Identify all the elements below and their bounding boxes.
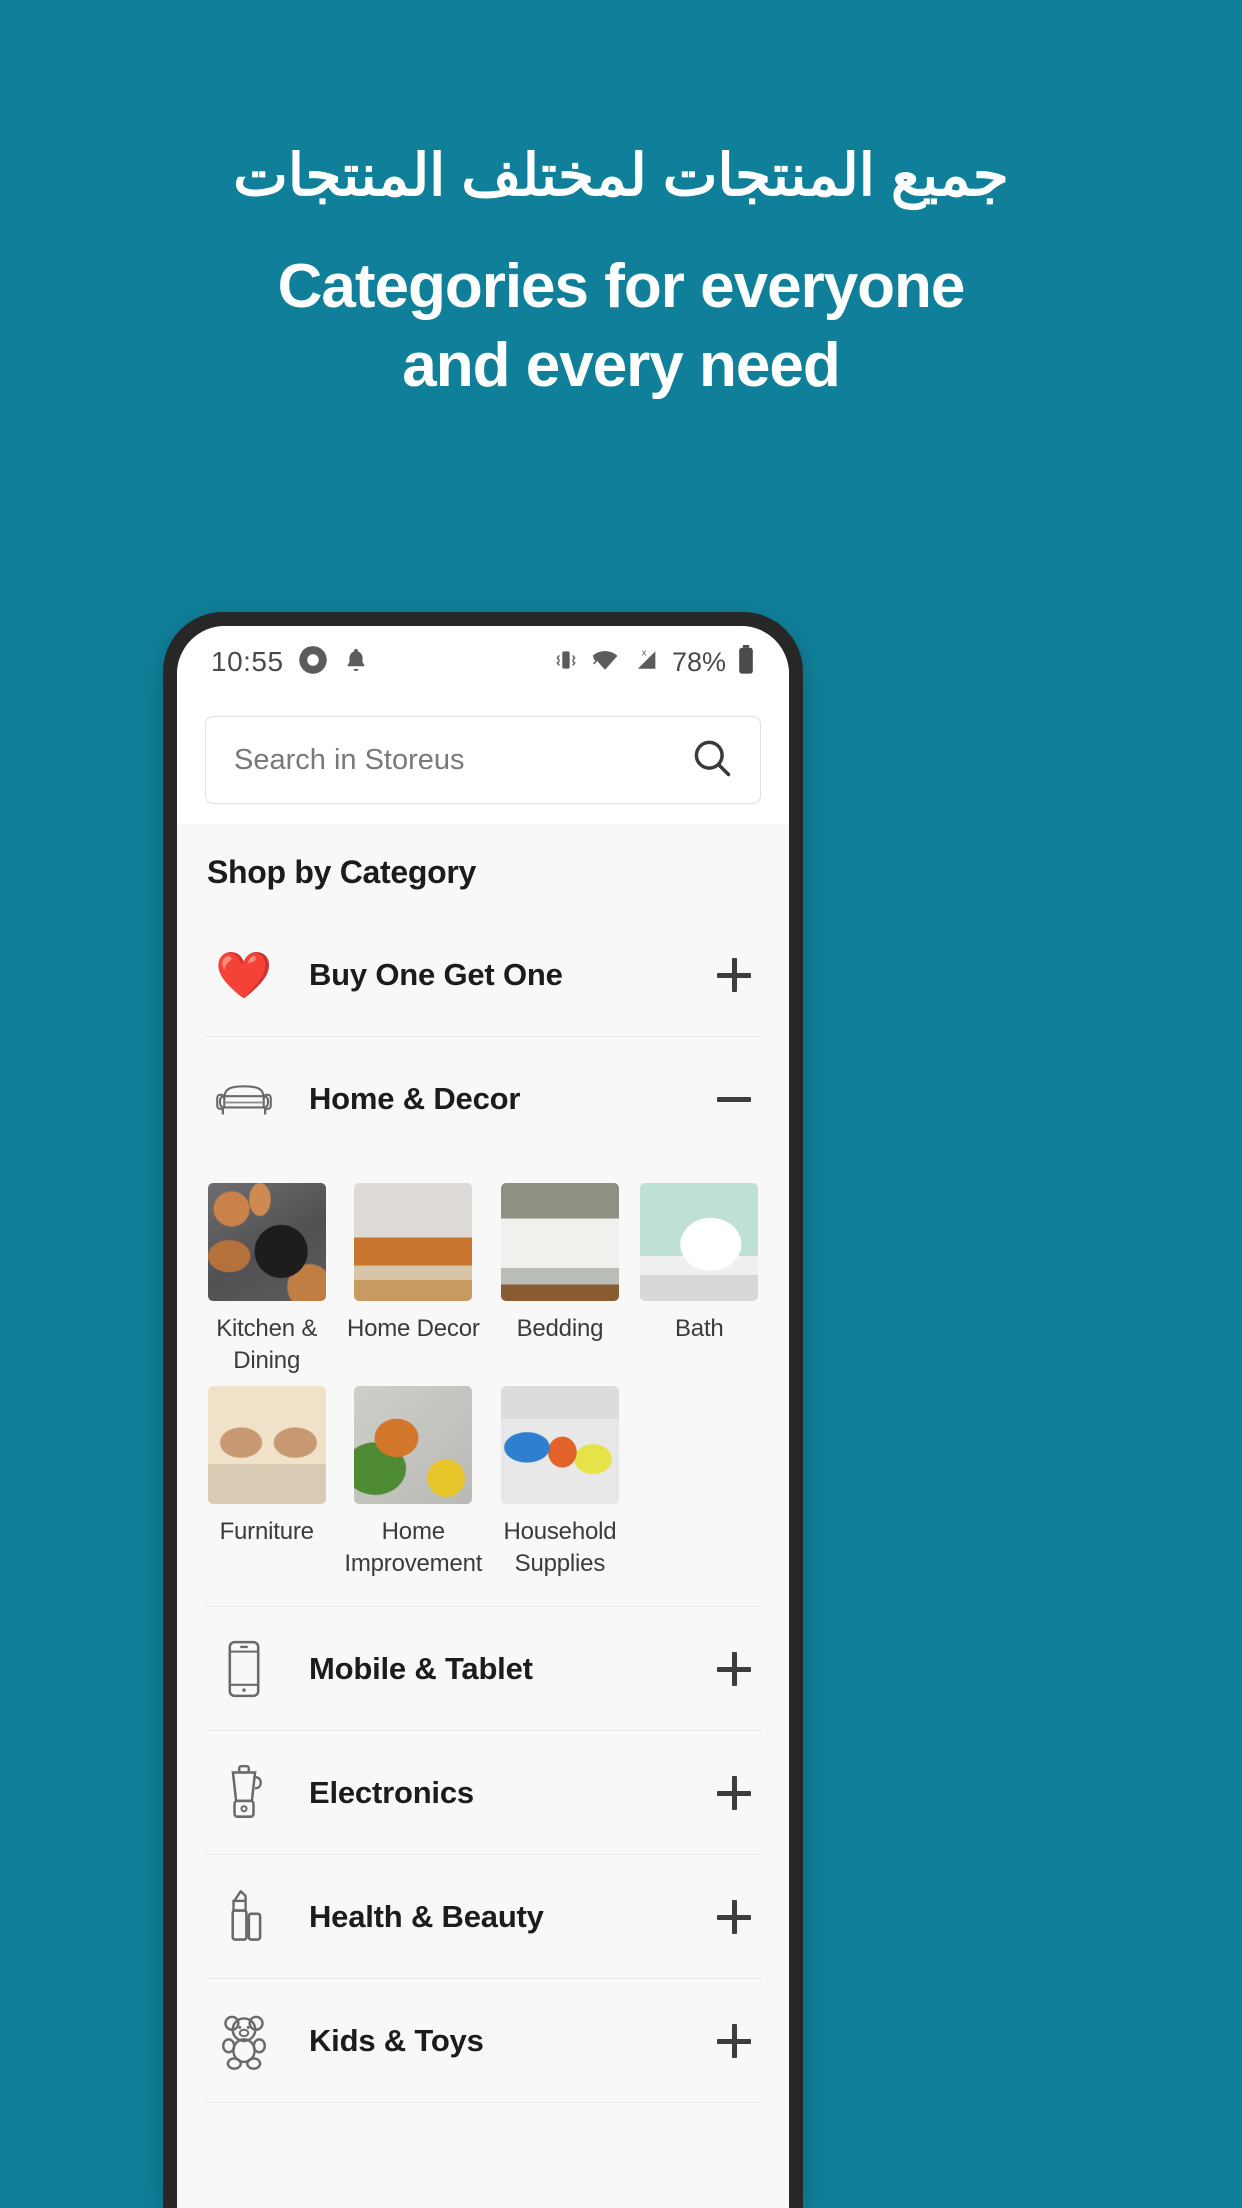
category-row-kids-toys[interactable]: Kids & Toys	[205, 1979, 761, 2104]
bell-icon	[342, 646, 370, 679]
category-row-mobile-tablet[interactable]: Mobile & Tablet	[205, 1607, 761, 1732]
expand-toggle-plus-icon[interactable]	[707, 948, 761, 1002]
subcategory-item[interactable]: Household Supplies	[498, 1386, 621, 1579]
subcategory-label: Household Supplies	[503, 1518, 617, 1578]
subcategory-thumbnail	[500, 1183, 619, 1301]
expand-toggle-plus-icon[interactable]	[707, 1642, 761, 1696]
search-input[interactable]	[234, 743, 690, 777]
search-bar[interactable]	[205, 716, 761, 804]
collapse-toggle-minus-icon[interactable]	[707, 1072, 761, 1126]
subcategory-thumbnail	[354, 1183, 473, 1301]
page-title: Shop by Category	[207, 854, 477, 890]
phone-mockup: 10:55 x 78% Search in Storeus Shop by Ca…	[163, 612, 803, 2208]
category-row-buy-one-get-one[interactable]: ❤️ Buy One Get One	[205, 913, 761, 1037]
subcategory-item[interactable]: Kitchen & Dining	[205, 1183, 328, 1376]
subcategory-item[interactable]: Home Improvement	[344, 1386, 482, 1579]
subcategory-label: Bath	[675, 1315, 724, 1342]
subcategory-label: Bedding	[516, 1315, 604, 1342]
category-label: Home & Decor	[309, 1081, 521, 1116]
subcategory-label: Furniture	[219, 1518, 314, 1546]
promo-banner: جميع المنتجات لمختلف المنتجات Categories…	[0, 0, 1242, 405]
blender-icon	[205, 1763, 283, 1823]
wifi-icon	[590, 647, 620, 678]
promo-headline-arabic: جميع المنتجات لمختلف المنتجات	[233, 143, 1009, 208]
vibrate-icon	[553, 647, 579, 678]
category-panel: Shop by Category ❤️ Buy One Get One Home…	[177, 824, 789, 2208]
phone-screen: 10:55 x 78% Search in Storeus Shop by Ca…	[177, 626, 789, 2208]
svg-text:x: x	[642, 647, 647, 657]
category-label: Electronics	[309, 1774, 474, 1810]
subcategory-item[interactable]: Bath	[638, 1183, 761, 1376]
status-bar-time: 10:55	[211, 646, 284, 677]
expand-toggle-plus-icon[interactable]	[707, 2014, 761, 2068]
category-row-electronics[interactable]: Electronics	[205, 1731, 761, 1856]
subcategory-item[interactable]: Furniture	[205, 1386, 328, 1579]
subcategory-thumbnail	[207, 1183, 326, 1301]
subcategory-item[interactable]: Home Decor	[344, 1183, 482, 1376]
search-section	[177, 698, 789, 824]
teddy-bear-icon	[205, 2012, 283, 2070]
lipstick-icon	[205, 1888, 283, 1946]
cellular-signal-icon: x	[631, 646, 661, 679]
sofa-icon	[205, 1075, 283, 1123]
subcategory-thumbnail	[354, 1386, 473, 1505]
subcategory-label: Kitchen & Dining	[216, 1315, 318, 1374]
expand-toggle-plus-icon[interactable]	[707, 1766, 761, 1820]
promo-headline-line2: and every need	[402, 330, 840, 400]
promo-headline-line1: Categories for everyone	[277, 251, 966, 321]
category-label: Buy One Get One	[309, 956, 563, 992]
subcategory-item[interactable]: Bedding	[498, 1183, 621, 1376]
subcategory-thumbnail	[640, 1183, 759, 1301]
category-row-home-decor[interactable]: Home & Decor	[205, 1037, 761, 1161]
category-label: Mobile & Tablet	[309, 1650, 533, 1686]
search-icon[interactable]	[690, 736, 734, 785]
category-label: Kids & Toys	[309, 2022, 484, 2058]
category-label: Health & Beauty	[309, 1898, 544, 1934]
battery-icon	[737, 644, 755, 680]
subcategory-label: Home Decor	[346, 1315, 480, 1342]
status-bar: 10:55 x 78%	[177, 626, 789, 698]
battery-percentage: 78%	[671, 646, 726, 677]
chrome-icon	[298, 645, 328, 680]
subcategory-grid: Kitchen & Dining Home Decor Bedding Bath…	[177, 1161, 789, 1606]
subcategory-thumbnail	[500, 1386, 619, 1505]
subcategory-label: Home Improvement	[344, 1518, 483, 1578]
subcategory-thumbnail	[207, 1386, 326, 1505]
smartphone-icon	[205, 1639, 283, 1699]
category-row-health-beauty[interactable]: Health & Beauty	[205, 1855, 761, 1980]
expand-toggle-plus-icon[interactable]	[707, 1890, 761, 1944]
heart-icon: ❤️	[215, 948, 273, 1001]
